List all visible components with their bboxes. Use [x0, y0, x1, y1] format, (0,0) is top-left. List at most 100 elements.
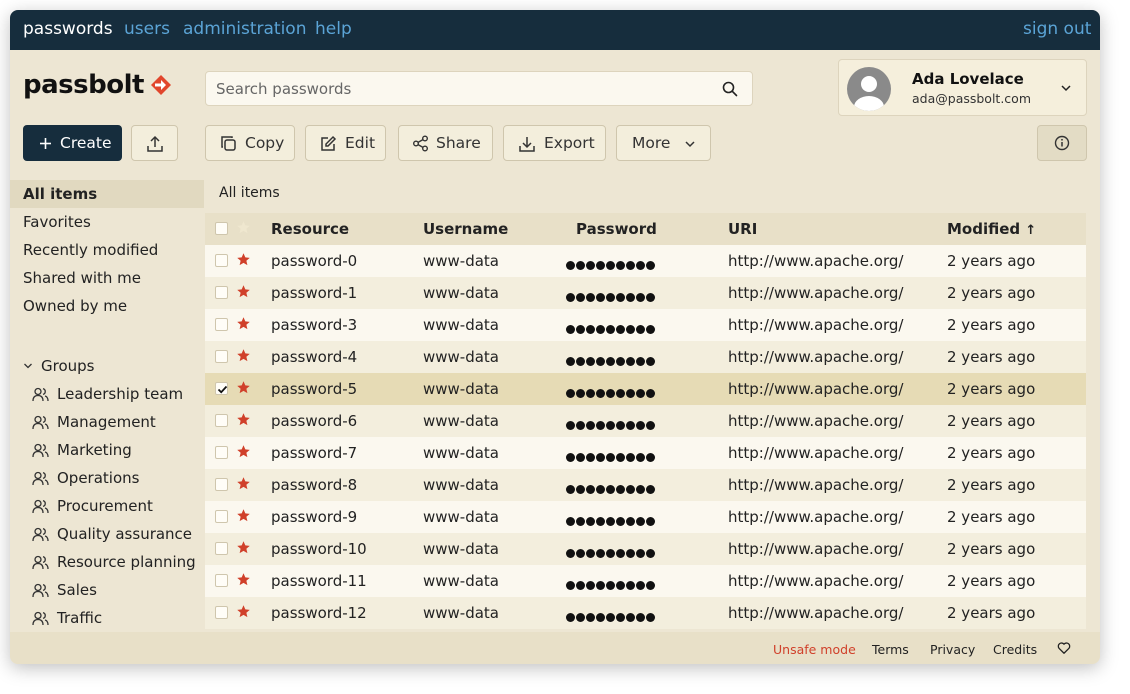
uri-cell[interactable]: http://www.apache.org/ [728, 476, 903, 494]
star-icon[interactable] [236, 316, 251, 331]
table-row[interactable]: password-9 www-data http://www.apache.org/… [205, 501, 1086, 533]
more-dropdown-button[interactable]: More [616, 125, 711, 161]
password-masked[interactable] [566, 479, 656, 498]
uri-cell[interactable]: http://www.apache.org/ [728, 380, 903, 398]
table-row[interactable]: password-7 www-data http://www.apache.org/… [205, 437, 1086, 469]
star-icon[interactable] [236, 252, 251, 267]
info-toggle-button[interactable] [1037, 125, 1087, 161]
table-row[interactable]: password-4 www-data http://www.apache.org/… [205, 341, 1086, 373]
password-dot [586, 421, 595, 430]
password-masked[interactable] [566, 607, 656, 626]
row-checkbox[interactable] [215, 478, 228, 491]
column-header-modified[interactable]: Modified ↑ [947, 220, 1036, 238]
table-row[interactable]: password-11 www-data http://www.apache.org… [205, 565, 1086, 597]
row-checkbox[interactable] [215, 286, 228, 299]
password-masked[interactable] [566, 319, 656, 338]
row-checkbox[interactable] [215, 606, 228, 619]
check-icon [217, 385, 228, 394]
username-cell: www-data [423, 380, 500, 398]
star-icon[interactable] [236, 572, 251, 587]
star-icon[interactable] [236, 444, 251, 459]
create-button[interactable]: Create [23, 125, 122, 161]
uri-cell[interactable]: http://www.apache.org/ [728, 284, 903, 302]
sign-out-link[interactable]: sign out [1023, 19, 1091, 39]
row-checkbox[interactable] [215, 542, 228, 555]
import-button[interactable] [131, 125, 178, 161]
edit-button[interactable]: Edit [305, 125, 386, 161]
uri-cell[interactable]: http://www.apache.org/ [728, 572, 903, 590]
password-masked[interactable] [566, 383, 656, 402]
star-icon[interactable] [236, 284, 251, 299]
password-masked[interactable] [566, 351, 656, 370]
star-icon[interactable] [236, 508, 251, 523]
sidebar-item-recently-modified[interactable]: Recently modified [23, 241, 158, 259]
uri-cell[interactable]: http://www.apache.org/ [728, 316, 903, 334]
star-icon[interactable] [236, 604, 251, 619]
heart-icon[interactable] [1057, 641, 1071, 655]
uri-cell[interactable]: http://www.apache.org/ [728, 444, 903, 462]
star-icon[interactable] [236, 220, 251, 235]
sidebar-item-shared-with-me[interactable]: Shared with me [23, 269, 141, 287]
select-all-checkbox[interactable] [215, 222, 228, 235]
table-row[interactable]: password-6 www-data http://www.apache.org/… [205, 405, 1086, 437]
unsafe-mode-link[interactable]: Unsafe mode [773, 642, 856, 657]
nav-administration[interactable]: administration [183, 19, 306, 39]
export-button[interactable]: Export [503, 125, 606, 161]
nav-passwords[interactable]: passwords [23, 19, 113, 39]
star-icon[interactable] [236, 348, 251, 363]
password-masked[interactable] [566, 447, 656, 466]
search-input[interactable] [216, 79, 696, 99]
uri-cell[interactable]: http://www.apache.org/ [728, 508, 903, 526]
uri-cell[interactable]: http://www.apache.org/ [728, 348, 903, 366]
terms-link[interactable]: Terms [872, 642, 909, 657]
column-header-uri[interactable]: URI [728, 220, 757, 238]
share-button[interactable]: Share [398, 125, 493, 161]
table-row[interactable]: password-5 www-data http://www.apache.org/… [205, 373, 1086, 405]
column-header-resource[interactable]: Resource [271, 220, 349, 238]
sidebar-item-favorites[interactable]: Favorites [23, 213, 91, 231]
table-row[interactable]: password-10 www-data http://www.apache.org… [205, 533, 1086, 565]
search-box[interactable] [205, 71, 753, 106]
row-checkbox[interactable] [215, 254, 228, 267]
search-icon[interactable] [722, 81, 738, 97]
row-checkbox[interactable] [215, 414, 228, 427]
passbolt-logo[interactable]: passbolt [23, 70, 172, 102]
user-profile-dropdown[interactable]: Ada Lovelace ada@passbolt.com [838, 59, 1087, 116]
row-checkbox[interactable] [215, 510, 228, 523]
row-checkbox[interactable] [215, 382, 228, 395]
sidebar-item-all-items[interactable]: All items [23, 185, 97, 203]
copy-button[interactable]: Copy [205, 125, 295, 161]
row-checkbox[interactable] [215, 446, 228, 459]
nav-users[interactable]: users [124, 19, 170, 39]
column-header-username[interactable]: Username [423, 220, 508, 238]
star-icon[interactable] [236, 412, 251, 427]
column-header-password[interactable]: Password [576, 220, 657, 238]
table-row[interactable]: password-0 www-data http://www.apache.org/… [205, 245, 1086, 277]
password-masked[interactable] [566, 415, 656, 434]
table-row[interactable]: password-1 www-data http://www.apache.org/… [205, 277, 1086, 309]
credits-link[interactable]: Credits [993, 642, 1037, 657]
table-row[interactable]: password-12 www-data http://www.apache.org… [205, 597, 1086, 629]
star-icon[interactable] [236, 540, 251, 555]
sidebar-item-owned-by-me[interactable]: Owned by me [23, 297, 127, 315]
star-icon[interactable] [236, 380, 251, 395]
table-row[interactable]: password-8 www-data http://www.apache.org/… [205, 469, 1086, 501]
uri-cell[interactable]: http://www.apache.org/ [728, 412, 903, 430]
uri-cell[interactable]: http://www.apache.org/ [728, 604, 903, 622]
password-masked[interactable] [566, 511, 656, 530]
nav-help[interactable]: help [315, 19, 352, 39]
row-checkbox[interactable] [215, 350, 228, 363]
password-masked[interactable] [566, 575, 656, 594]
privacy-link[interactable]: Privacy [930, 642, 975, 657]
password-dot [606, 389, 615, 398]
password-masked[interactable] [566, 287, 656, 306]
password-masked[interactable] [566, 543, 656, 562]
uri-cell[interactable]: http://www.apache.org/ [728, 540, 903, 558]
row-checkbox[interactable] [215, 318, 228, 331]
chevron-down-icon[interactable] [1060, 82, 1072, 94]
password-masked[interactable] [566, 255, 656, 274]
row-checkbox[interactable] [215, 574, 228, 587]
star-icon[interactable] [236, 476, 251, 491]
table-row[interactable]: password-3 www-data http://www.apache.org/… [205, 309, 1086, 341]
uri-cell[interactable]: http://www.apache.org/ [728, 252, 903, 270]
